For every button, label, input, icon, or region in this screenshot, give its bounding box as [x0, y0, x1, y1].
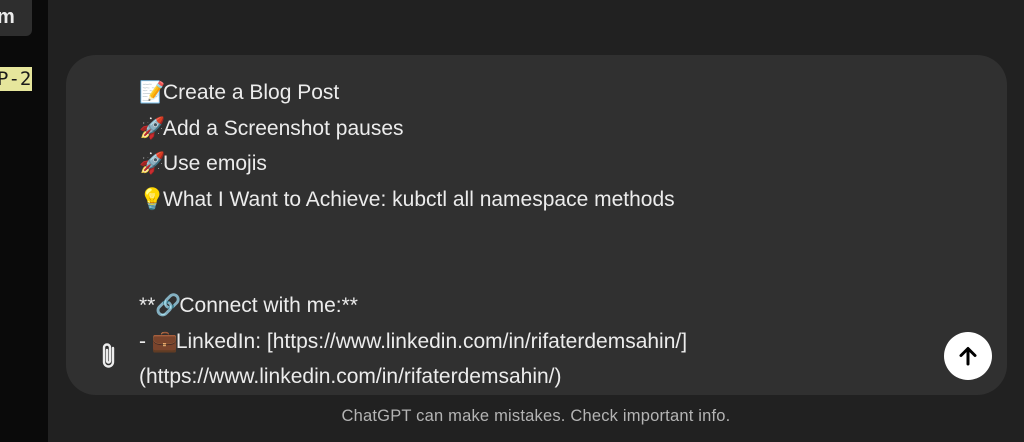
briefcase-icon: 💼	[151, 329, 178, 353]
prompt-line: 🚀Use emojis	[139, 146, 939, 182]
message-composer: 📝Create a Blog Post 🚀Add a Screenshot pa…	[66, 55, 1007, 395]
prompt-line-prefix: **	[139, 294, 156, 317]
prompt-line: 🚀Add a Screenshot pauses	[139, 111, 939, 147]
link-icon: 🔗	[155, 294, 182, 317]
arrow-up-icon	[959, 347, 977, 366]
memo-icon: 📝	[139, 81, 166, 104]
prompt-blank-line	[139, 253, 939, 289]
rocket-icon: 🚀	[139, 152, 166, 175]
send-button[interactable]	[944, 332, 992, 380]
prompt-line-text: (https://www.linkedin.com/in/rifaterdems…	[139, 365, 562, 388]
prompt-line: 💡What I Want to Achieve: kubctl all name…	[139, 182, 939, 218]
attach-button[interactable]	[92, 339, 126, 373]
prompt-line: - 💼LinkedIn: [https://www.linkedin.com/i…	[139, 324, 939, 360]
prompt-line-text: What I Want to Achieve: kubctl all names…	[163, 187, 675, 211]
prompt-line-text: Connect with me:**	[179, 294, 358, 317]
prompt-line: (https://www.linkedin.com/in/rifaterdems…	[139, 359, 939, 391]
prompt-line-text: Use emojis	[163, 152, 267, 175]
prompt-line: **🔗Connect with me:**	[139, 288, 939, 324]
prompt-line-text: Add a Screenshot pauses	[163, 116, 404, 140]
rocket-icon: 🚀	[139, 116, 166, 140]
sidebar: m P-2	[0, 0, 48, 442]
prompt-line: 📝Create a Blog Post	[139, 75, 939, 111]
paperclip-icon	[102, 343, 115, 368]
prompt-line-text: Create a Blog Post	[163, 81, 340, 104]
lightbulb-icon: 💡	[139, 187, 166, 211]
sidebar-tab[interactable]: m	[0, 0, 32, 36]
prompt-textarea[interactable]: 📝Create a Blog Post 🚀Add a Screenshot pa…	[139, 75, 939, 391]
prompt-blank-line	[139, 217, 939, 253]
prompt-line-text: LinkedIn: [https://www.linkedin.com/in/r…	[175, 329, 688, 353]
prompt-line-prefix: -	[139, 329, 152, 353]
sidebar-code-label: P-2	[0, 67, 32, 91]
chat-page: m P-2 📝Create a Blog Post 🚀Add a Screens…	[0, 0, 1024, 442]
disclaimer-text: ChatGPT can make mistakes. Check importa…	[341, 407, 731, 425]
